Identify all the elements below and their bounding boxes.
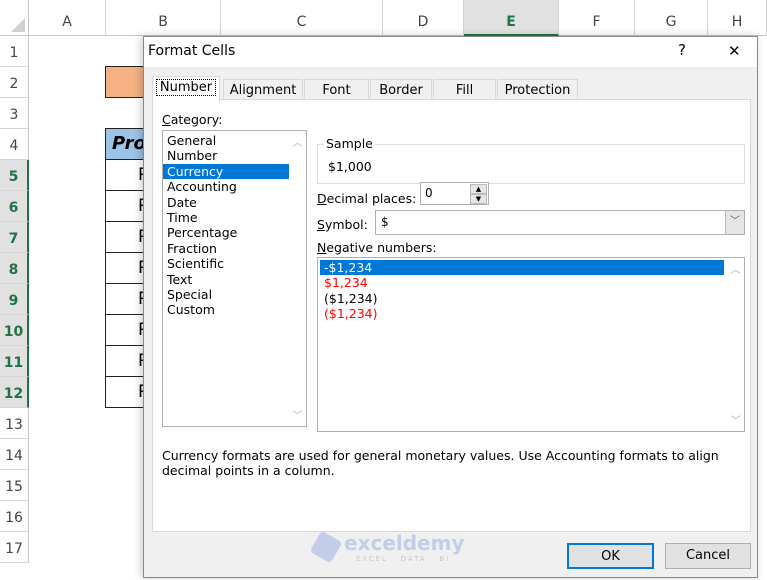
- category-item-percentage[interactable]: Percentage: [163, 225, 306, 240]
- decimal-places-label: Decimal places:: [317, 191, 417, 206]
- negative-scrollbar[interactable]: ︿ ﹀: [727, 258, 744, 431]
- tab-border[interactable]: Border: [370, 79, 432, 101]
- row-header-2[interactable]: 2: [0, 67, 29, 98]
- category-item-date[interactable]: Date: [163, 195, 306, 210]
- decimal-places-spinner[interactable]: 0 ▲ ▼: [420, 182, 489, 205]
- category-label: Category:: [162, 112, 223, 127]
- sample-group: Sample $1,000: [317, 136, 745, 184]
- scroll-down-icon[interactable]: ﹀: [727, 412, 744, 427]
- sample-label: Sample: [324, 136, 375, 151]
- negative-numbers-list[interactable]: -$1,234 $1,234 ($1,234) ($1,234) ︿ ﹀: [317, 257, 745, 432]
- category-item-time[interactable]: Time: [163, 210, 306, 225]
- tab-number[interactable]: Number: [152, 76, 220, 102]
- exceldemy-watermark: exceldemy EXCEL · DATA · BI: [309, 530, 465, 571]
- category-item-text[interactable]: Text: [163, 272, 306, 287]
- row-header-13[interactable]: 13: [0, 408, 29, 439]
- decimal-places-value: 0: [425, 186, 433, 200]
- row-header-10[interactable]: 10: [0, 315, 29, 346]
- row-header-6[interactable]: 6: [0, 191, 29, 222]
- category-item-custom[interactable]: Custom: [163, 302, 306, 317]
- tab-alignment[interactable]: Alignment: [223, 79, 303, 101]
- negative-numbers-label: Negative numbers:: [317, 240, 437, 255]
- tab-label: Fill: [455, 83, 474, 98]
- column-header-d[interactable]: D: [383, 0, 464, 36]
- negative-number-option[interactable]: -$1,234: [320, 260, 724, 276]
- scroll-down-icon[interactable]: ﹀: [289, 407, 306, 422]
- category-item-currency[interactable]: Currency: [163, 163, 306, 180]
- tab-protection[interactable]: Protection: [497, 79, 578, 101]
- sample-value: $1,000: [328, 159, 372, 174]
- row-header-1[interactable]: 1: [0, 36, 29, 67]
- close-icon[interactable]: ✕: [728, 42, 741, 60]
- format-cells-dialog: Format Cells ? ✕ Number Alignment Font Bord…: [143, 36, 758, 578]
- symbol-select[interactable]: $ ﹀: [375, 210, 745, 235]
- row-header-15[interactable]: 15: [0, 470, 29, 501]
- exceldemy-logo-icon: [309, 530, 343, 564]
- spin-up-icon[interactable]: ▲: [470, 184, 487, 194]
- column-header-g[interactable]: G: [635, 0, 708, 36]
- tab-fill[interactable]: Fill: [433, 79, 496, 101]
- category-list[interactable]: General Number Currency Accounting Date Time P…: [162, 130, 307, 427]
- category-item-general[interactable]: General: [163, 133, 306, 148]
- tab-label: Number: [155, 79, 217, 96]
- negative-number-option[interactable]: ($1,234): [320, 306, 724, 321]
- help-button[interactable]: ?: [678, 41, 686, 59]
- tab-label: Protection: [504, 83, 571, 98]
- row-header-9[interactable]: 9: [0, 284, 29, 315]
- cancel-button[interactable]: Cancel: [665, 543, 751, 569]
- scroll-up-icon[interactable]: ︿: [289, 134, 306, 149]
- row-header-14[interactable]: 14: [0, 439, 29, 470]
- column-header-a[interactable]: A: [29, 0, 106, 36]
- row-header-7[interactable]: 7: [0, 222, 29, 253]
- scroll-up-icon[interactable]: ︿: [727, 261, 744, 276]
- dialog-title-bar: Format Cells: [144, 37, 757, 67]
- category-item-number[interactable]: Number: [163, 148, 306, 163]
- row-header-4[interactable]: 4: [0, 129, 29, 160]
- spin-down-icon[interactable]: ▼: [470, 194, 487, 204]
- select-all-corner[interactable]: [0, 0, 29, 36]
- dialog-title: Format Cells: [148, 43, 236, 59]
- tab-label: Font: [322, 83, 351, 98]
- row-header-16[interactable]: 16: [0, 501, 29, 532]
- tab-panel-number: Category: General Number Currency Accountin…: [152, 99, 751, 532]
- category-item-accounting[interactable]: Accounting: [163, 179, 306, 194]
- row-header-12[interactable]: 12: [0, 377, 29, 408]
- column-header-b[interactable]: B: [106, 0, 221, 36]
- format-description: Currency formats are used for general mo…: [162, 448, 719, 478]
- row-header-11[interactable]: 11: [0, 346, 29, 377]
- category-scrollbar[interactable]: ︿ ﹀: [289, 131, 306, 426]
- column-header-c[interactable]: C: [221, 0, 383, 36]
- ok-button[interactable]: OK: [567, 543, 654, 569]
- column-header-h[interactable]: H: [708, 0, 767, 36]
- row-header-5[interactable]: 5: [0, 160, 29, 191]
- row-header-8[interactable]: 8: [0, 253, 29, 284]
- chevron-down-icon[interactable]: ﹀: [725, 211, 744, 234]
- tab-label: Border: [379, 83, 423, 98]
- row-header-3[interactable]: 3: [0, 98, 29, 129]
- symbol-label: Symbol:: [317, 217, 368, 232]
- column-header-e[interactable]: E: [464, 0, 559, 36]
- tab-font[interactable]: Font: [304, 79, 369, 101]
- category-item-scientific[interactable]: Scientific: [163, 256, 306, 271]
- category-item-special[interactable]: Special: [163, 287, 306, 302]
- column-header-f[interactable]: F: [559, 0, 635, 36]
- category-item-fraction[interactable]: Fraction: [163, 241, 306, 256]
- symbol-value: $: [381, 215, 389, 229]
- row-header-17[interactable]: 17: [0, 532, 29, 563]
- tab-label: Alignment: [229, 83, 297, 98]
- negative-number-option[interactable]: $1,234: [320, 275, 724, 290]
- negative-number-option[interactable]: ($1,234): [320, 291, 724, 306]
